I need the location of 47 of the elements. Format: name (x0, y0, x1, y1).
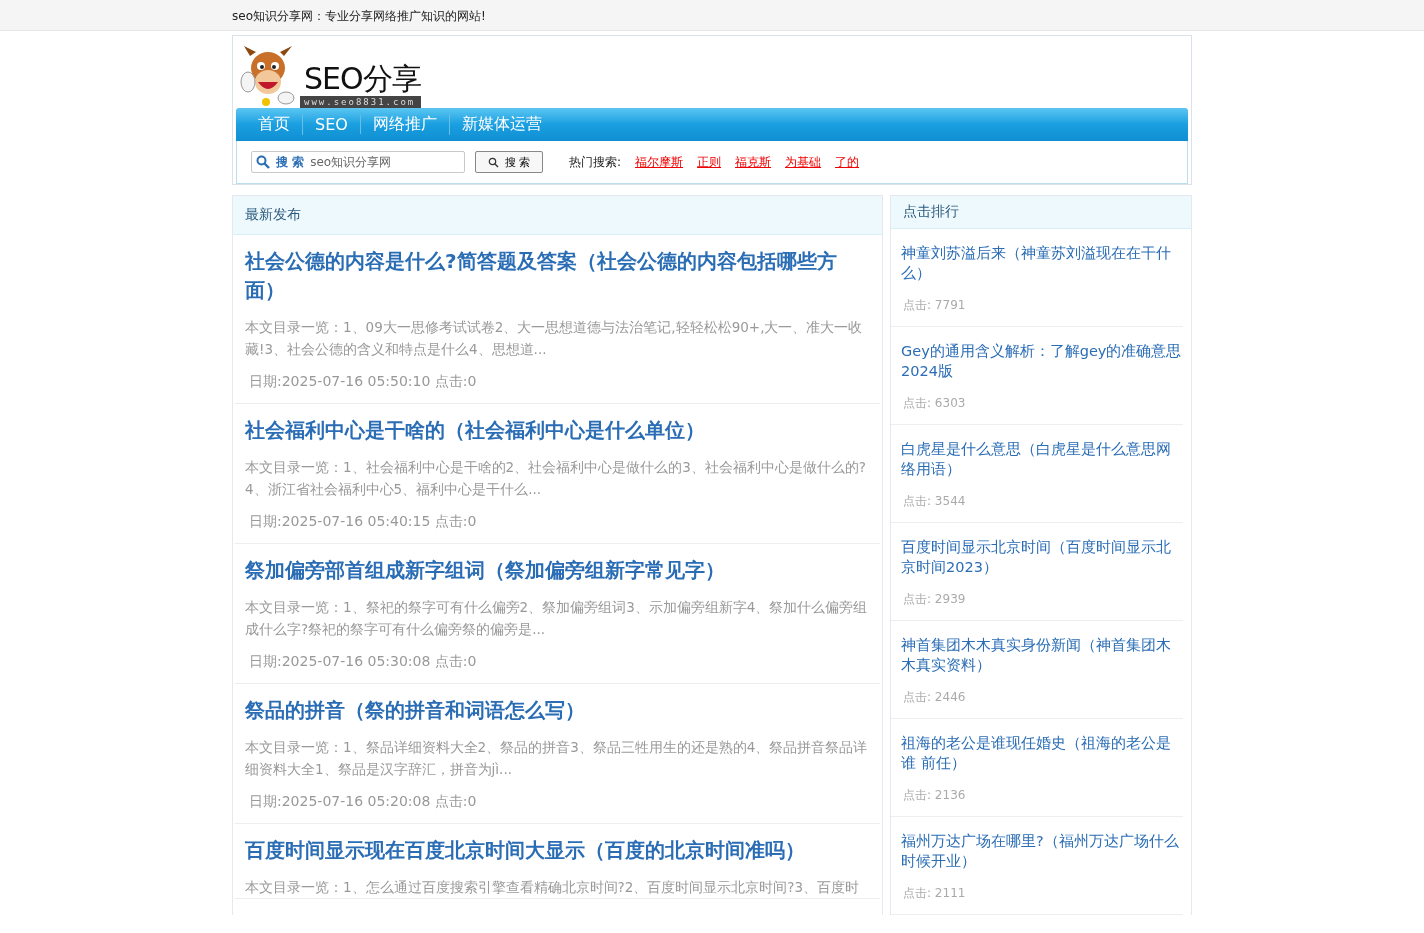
article-summary: 本文目录一览：1、祭祀的祭字可有什么偏旁2、祭加偏旁组词3、示加偏旁组新字4、祭加什么偏旁组成什么字?祭祀的祭字可有什么偏旁祭的偏旁是... (245, 598, 869, 639)
hot-search-link[interactable]: 正则 (697, 153, 722, 171)
article-summary: 本文目录一览：1、怎么通过百度搜索引擎查看精确北京时间?2、百度时间显示北京时间?3、百度时 (245, 878, 861, 897)
hot-search-label: 热门搜索: (569, 153, 622, 171)
click-count: 点击: 2136 (902, 787, 967, 804)
click-count: 点击: 2446 (902, 689, 967, 706)
article-meta: 日期:2025-07-16 05:50:10 点击:0 (249, 372, 478, 391)
click-count: 点击: 2111 (902, 885, 967, 902)
article-summary: 本文目录一览：1、祭品详细资料大全2、祭品的拼音3、祭品三牲用生的还是熟的4、祭品拼音祭品详细资料大全1、祭品是汉字辞汇，拼音为jì... (245, 738, 869, 779)
section-heading: 最新发布 (233, 196, 882, 235)
logo-domain: www.seo8831.com (300, 96, 421, 108)
click-count: 点击: 7791 (902, 297, 967, 314)
hot-search-link[interactable]: 了的 (835, 153, 860, 171)
article-title-link[interactable]: 祭加偏旁部首组成新字组词（祭加偏旁组新字常见字） (245, 556, 870, 585)
ranking-title-link[interactable]: 祖海的老公是谁现任婚史（祖海的老公是谁 前任） (901, 733, 1183, 773)
search-field[interactable]: 搜 索 seo知识分享网 (251, 151, 465, 173)
hot-search-link[interactable]: 福克斯 (735, 153, 772, 171)
article-title-link[interactable]: 百度时间显示现在百度北京时间大显示（百度的北京时间准吗） (245, 836, 870, 865)
hot-search-link[interactable]: 为基础 (785, 153, 822, 171)
hot-search-link[interactable]: 福尔摩斯 (635, 153, 684, 171)
article-meta: 日期:2025-07-16 05:40:15 点击:0 (249, 512, 478, 531)
nav-link[interactable]: 首页 (246, 114, 303, 135)
click-count: 点击: 3544 (902, 493, 967, 510)
article-meta: 日期:2025-07-16 05:20:08 点击:0 (249, 792, 478, 811)
click-count: 点击: 6303 (902, 395, 967, 412)
article-title-link[interactable]: 祭品的拼音（祭的拼音和词语怎么写） (245, 696, 870, 725)
article-title-link[interactable]: 社会公德的内容是什么?简答题及答案（社会公德的内容包括哪些方面） (245, 247, 870, 305)
article-meta: 日期:2025-07-16 05:30:08 点击:0 (249, 652, 478, 671)
ranking-title-link[interactable]: 神首集团木木真实身份新闻（神首集团木木真实资料） (901, 635, 1183, 675)
ranking-title-link[interactable]: 福州万达广场在哪里?（福州万达广场什么时候开业） (901, 831, 1183, 871)
site-slogan: seo知识分享网：专业分享网络推广知识的网站! (232, 9, 486, 23)
article-summary: 本文目录一览：1、社会福利中心是干啥的2、社会福利中心是做什么的3、社会福利中心是做什么的?4、浙江省社会福利中心5、福利中心是干什么... (245, 458, 867, 499)
click-count: 点击: 2939 (902, 591, 967, 608)
nav-link[interactable]: 网络推广 (360, 114, 450, 135)
nav-link[interactable]: 新媒体运营 (449, 114, 554, 135)
article-summary: 本文目录一览：1、09大一思修考试试卷2、大一思想道德与法治笔记,轻轻松松90+,大一、准大一收藏!3、社会公德的含义和特点是什么4、思想道... (245, 318, 864, 359)
nav-link[interactable]: SEO (303, 115, 361, 134)
search-button[interactable]: 搜 索 (475, 151, 543, 173)
ranking-title-link[interactable]: 百度时间显示北京时间（百度时间显示北京时间2023） (901, 537, 1183, 577)
search-icon (487, 156, 499, 168)
ranking-title-link[interactable]: 神童刘苏溢后来（神童苏刘溢现在在干什么） (901, 243, 1183, 283)
article-title-link[interactable]: 社会福利中心是干啥的（社会福利中心是什么单位） (245, 416, 870, 445)
search-icon (256, 155, 270, 169)
ranking-title-link[interactable]: Gey的通用含义解析：了解gey的准确意思 2024版 (901, 341, 1183, 381)
section-heading: 点击排行 (891, 196, 1191, 229)
logo-title: SEO分享 (303, 62, 421, 96)
ranking-title-link[interactable]: 白虎星是什么意思（白虎星是什么意思网络用语） (901, 439, 1183, 479)
